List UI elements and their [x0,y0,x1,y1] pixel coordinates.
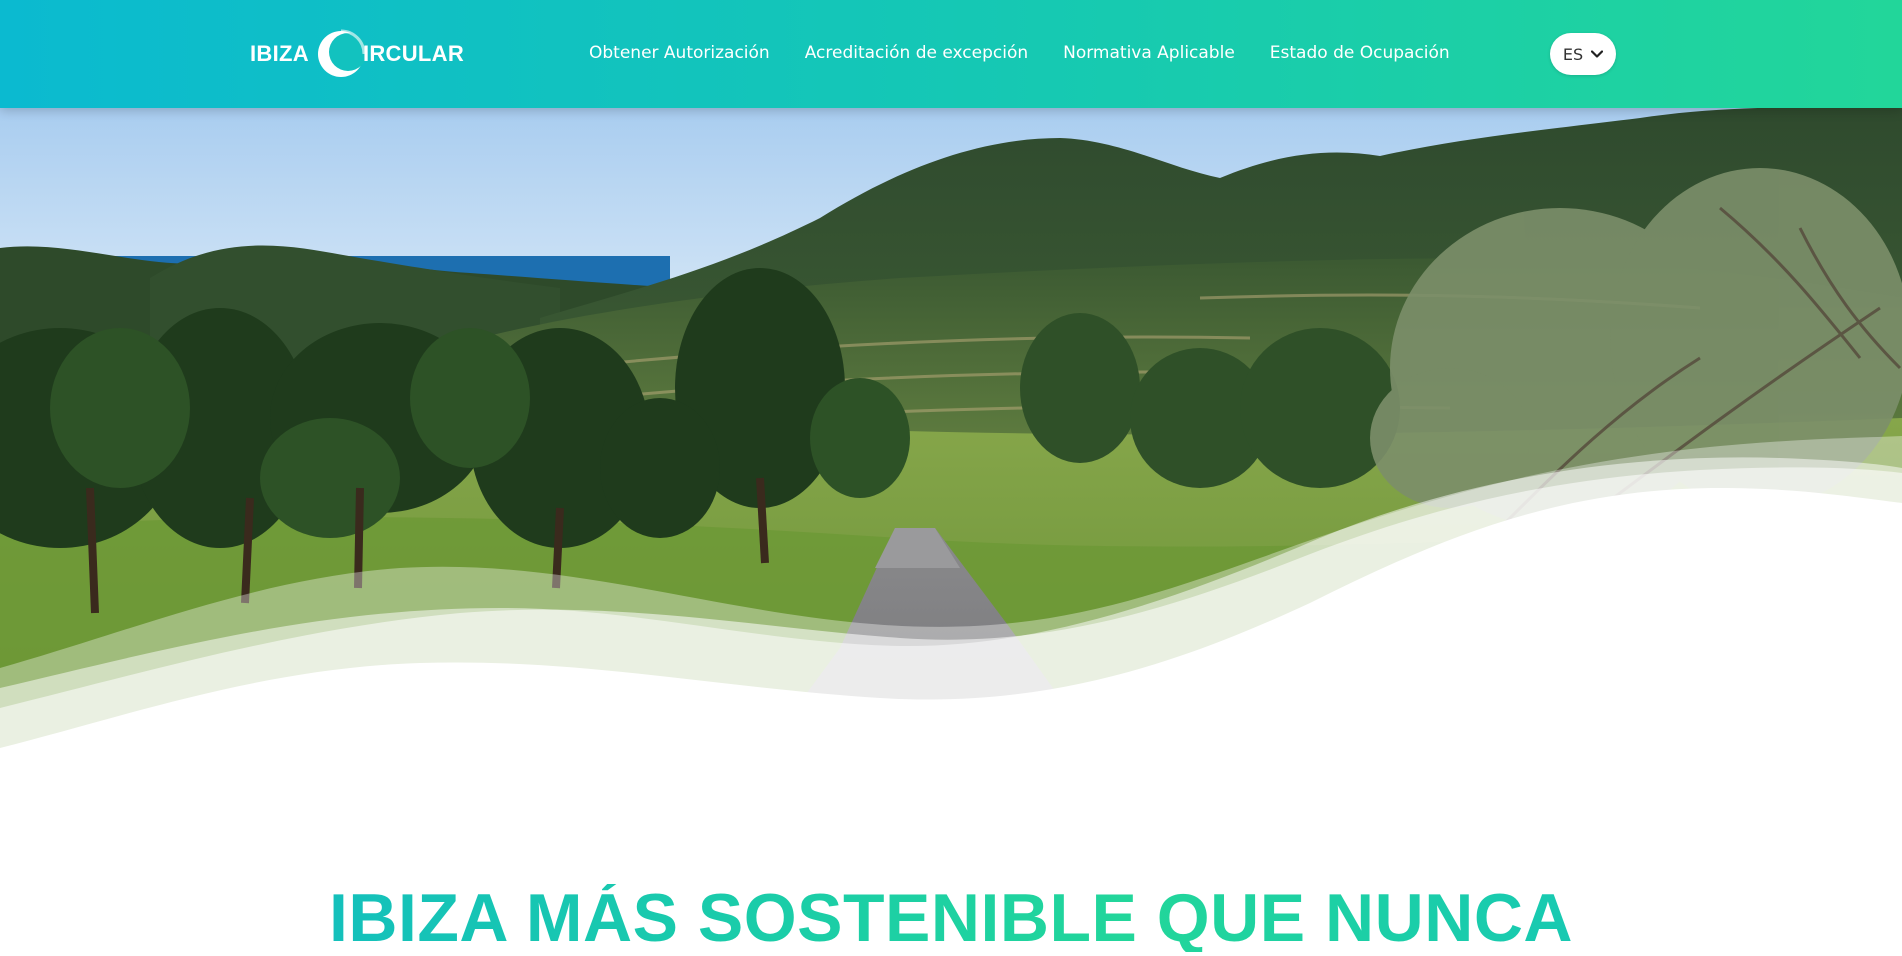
hero-landscape-image [0,108,1902,838]
nav-normativa-aplicable[interactable]: Normativa Aplicable [1063,43,1235,63]
chevron-down-icon [1591,50,1604,58]
nav-obtener-autorizacion[interactable]: Obtener Autorización [589,43,770,63]
language-code: ES [1562,44,1584,64]
nav-estado-ocupacion[interactable]: Estado de Ocupación [1270,43,1450,63]
language-select[interactable]: ES [1550,33,1616,75]
nav-acreditacion-excepcion[interactable]: Acreditación de excepción [805,43,1028,63]
site-header: IBIZA IRCULAR Obtener Autorización Acred… [0,0,1902,108]
logo-word-ibiza: IBIZA [250,41,309,66]
logo-word-circular: IRCULAR [362,41,465,66]
main-navigation: Obtener Autorización Acreditación de exc… [589,0,1485,106]
page-headline: IBIZA MÁS SOSTENIBLE QUE NUNCA [0,884,1902,952]
hero-banner [0,108,1902,838]
ibiza-circular-logo[interactable]: IBIZA IRCULAR [250,28,464,80]
crescent-moon-icon [317,29,367,77]
